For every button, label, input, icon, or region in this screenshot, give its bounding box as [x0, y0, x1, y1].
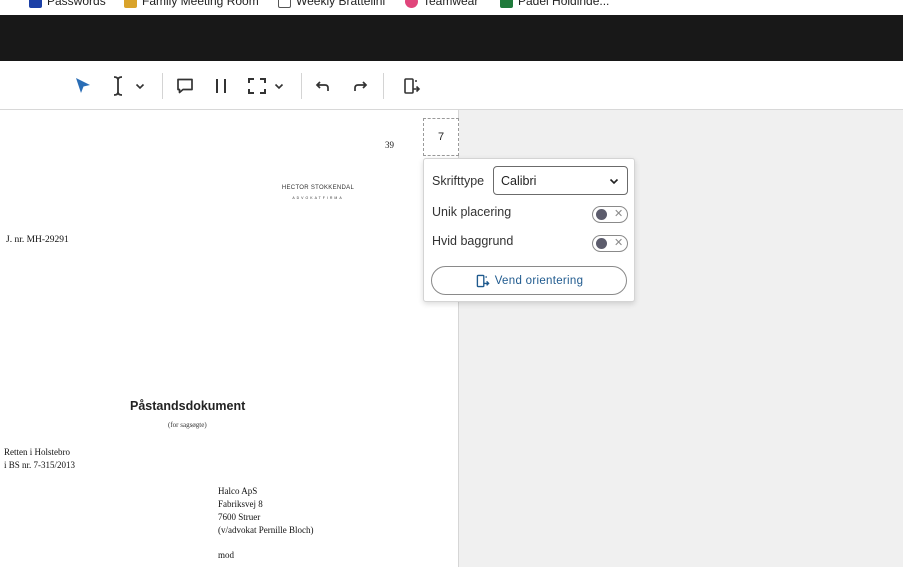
bookmark-teamwear[interactable]: Teamwear [405, 0, 478, 8]
redo-icon [354, 81, 368, 91]
party-line: Fabriksvej 8 [218, 499, 263, 509]
rotate-orientation-label: Vend orientering [494, 274, 584, 287]
font-label: Skrifttype [432, 174, 485, 188]
toggle-knob [596, 238, 607, 249]
page-number: 39 [385, 140, 394, 150]
bookmark-weekly[interactable]: Weekly Brattelini [278, 0, 385, 8]
bookmark-passwords[interactable]: Passwords [29, 0, 106, 8]
text-tool-dropdown[interactable] [132, 73, 148, 99]
comment-button[interactable] [172, 73, 198, 99]
bookmark-meeting-room[interactable]: Family Meeting Room [124, 0, 259, 8]
stamp-settings-popup: Skrifttype Calibri Unik placering ✕ Hvid… [423, 158, 635, 302]
bookmark-label: Teamwear [423, 0, 479, 8]
text-cursor-icon [113, 76, 123, 96]
party-address: Halco ApS Fabriksvej 8 7600 Struer (v/ad… [218, 485, 313, 537]
redo-button[interactable] [347, 73, 373, 99]
party-line: Halco ApS [218, 486, 258, 496]
rotate-page-icon [476, 274, 490, 287]
versus-text: mod [218, 550, 235, 560]
court-line: i BS nr. 7-315/2013 [4, 460, 76, 470]
close-icon: ✕ [614, 208, 624, 220]
page-stamp-field[interactable]: 7 [423, 118, 459, 156]
unique-placement-toggle[interactable]: ✕ [592, 206, 628, 223]
document-viewer: 39 HECTOR STOKKENDAL ADVOKATFIRMA J. nr.… [0, 110, 903, 567]
toolbar-divider [383, 73, 384, 99]
app-header-bar [0, 15, 903, 61]
toolbar-divider [162, 73, 163, 99]
font-select-value: Calibri [501, 173, 537, 188]
teamwear-icon [405, 0, 418, 8]
court-info: Retten i Holstebro i BS nr. 7-315/2013 [4, 446, 75, 472]
party-line: (v/advokat Pernille Bloch) [218, 525, 314, 535]
select-arrow-icon [76, 78, 90, 93]
journal-number: J. nr. MH-29291 [6, 235, 69, 245]
document-subtitle: (for sagsøgte) [168, 421, 207, 429]
bookmarks-bar: Passwords Family Meeting Room Weekly Bra… [0, 0, 903, 15]
unique-placement-label: Unik placering [432, 205, 512, 219]
rotate-page-icon [404, 78, 421, 94]
text-tool-button[interactable] [106, 73, 130, 99]
toggle-knob [596, 209, 607, 220]
comment-icon [177, 78, 193, 94]
party-line: 7600 Struer [218, 512, 261, 522]
bookmark-label: Family Meeting Room [142, 0, 259, 8]
crop-dropdown[interactable] [271, 73, 287, 99]
letterhead: HECTOR STOKKENDAL ADVOKATFIRMA [280, 185, 356, 200]
white-background-label: Hvid baggrund [432, 234, 514, 248]
editor-toolbar [0, 61, 903, 110]
white-background-toggle[interactable]: ✕ [592, 235, 628, 252]
columns-button[interactable] [208, 73, 234, 99]
bookmark-label: Padel Holdinde... [518, 0, 610, 8]
crop-icon [248, 78, 266, 94]
select-tool-button[interactable] [70, 73, 96, 99]
document-page: 39 HECTOR STOKKENDAL ADVOKATFIRMA J. nr.… [0, 110, 459, 567]
rotate-orientation-button[interactable]: Vend orientering [431, 266, 627, 295]
undo-icon [315, 81, 329, 91]
document-title: Påstandsdokument [130, 399, 246, 413]
bookmark-label: Weekly Brattelini [296, 0, 386, 8]
document-icon [278, 0, 291, 8]
bookmark-label: Passwords [47, 0, 106, 8]
close-icon: ✕ [614, 237, 624, 249]
spreadsheet-icon [500, 0, 513, 8]
court-line: Retten i Holstebro [4, 447, 70, 457]
crop-button[interactable] [244, 73, 270, 99]
undo-button[interactable] [310, 73, 336, 99]
rotate-page-button[interactable] [398, 73, 426, 99]
bookmark-padel[interactable]: Padel Holdinde... [500, 0, 609, 8]
toolbar-divider [301, 73, 302, 99]
passwords-icon [29, 0, 42, 8]
letterhead-name: HECTOR STOKKENDAL [281, 185, 355, 191]
chevron-down-icon [609, 178, 619, 185]
letterhead-sub: ADVOKATFIRMA [292, 196, 344, 200]
font-select[interactable]: Calibri [493, 166, 628, 195]
columns-icon [216, 79, 226, 93]
meeting-icon [124, 0, 137, 8]
chevron-down-icon [274, 83, 284, 90]
chevron-down-icon [135, 83, 145, 90]
